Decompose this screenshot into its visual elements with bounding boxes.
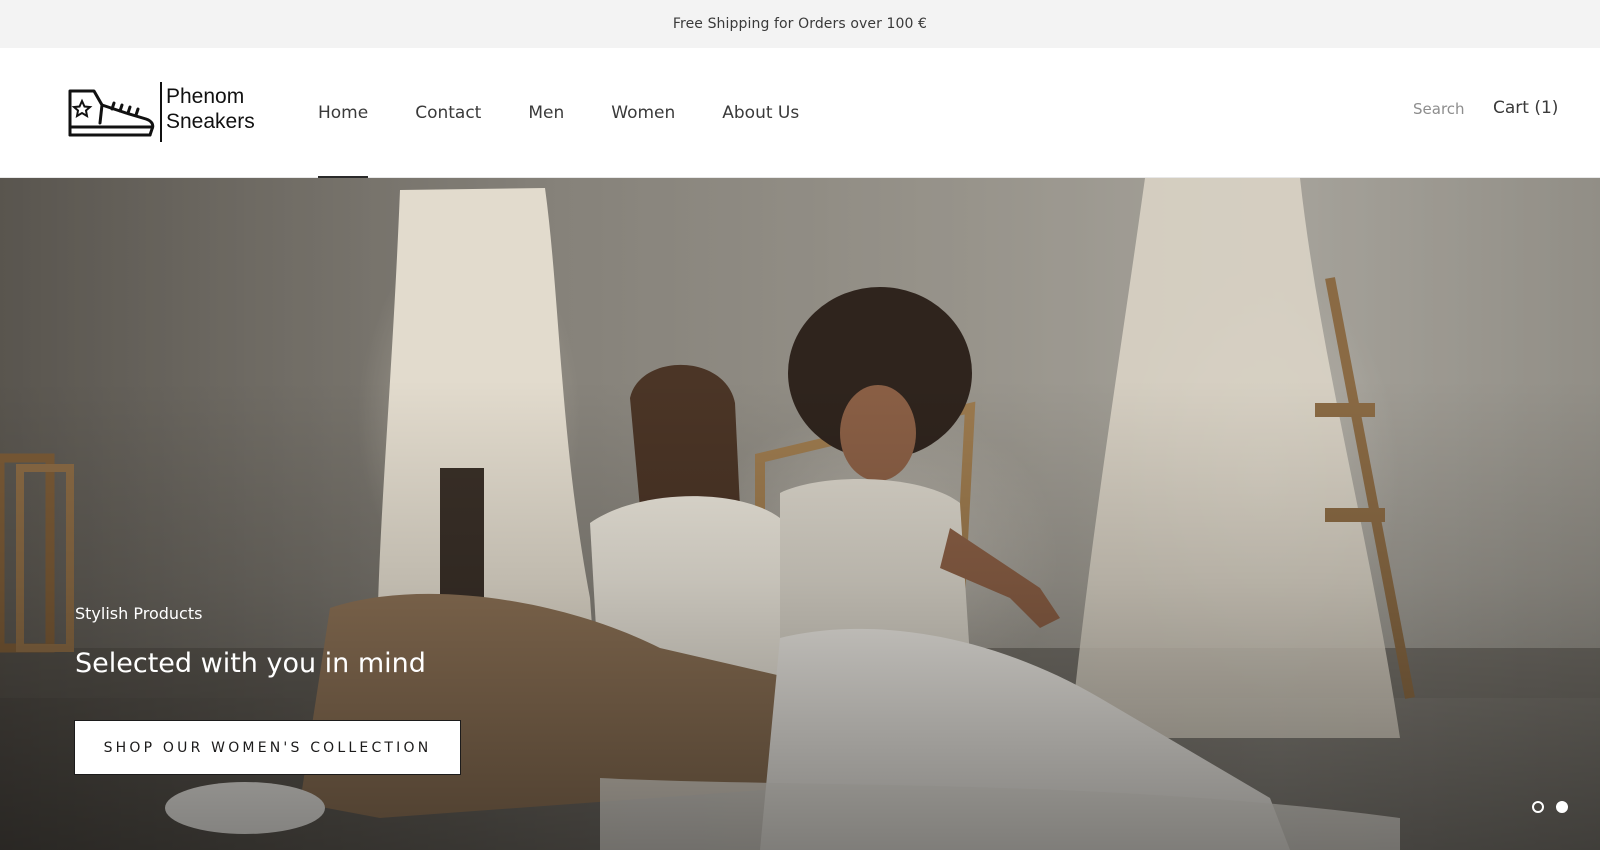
- nav-item-men[interactable]: Men: [528, 48, 564, 178]
- hero-slideshow: Stylish Products Selected with you in mi…: [0, 178, 1600, 850]
- slide-dot-1[interactable]: [1532, 801, 1544, 813]
- search-link[interactable]: Search: [1413, 100, 1465, 118]
- hero-subheading: Stylish Products: [75, 604, 203, 623]
- main-nav: Home Contact Men Women About Us: [318, 48, 846, 178]
- brand-name-line2: Sneakers: [166, 110, 255, 133]
- hero-heading: Selected with you in mind: [75, 648, 426, 679]
- brand-name: Phenom Sneakers: [166, 84, 255, 134]
- shop-womens-collection-button[interactable]: SHOP OUR WOMEN'S COLLECTION: [74, 720, 461, 775]
- site-header: Phenom Sneakers Home Contact Men Women A…: [0, 48, 1600, 178]
- nav-item-contact[interactable]: Contact: [415, 48, 481, 178]
- slide-dot-2[interactable]: [1556, 801, 1568, 813]
- nav-item-home[interactable]: Home: [318, 48, 369, 178]
- nav-item-about-us[interactable]: About Us: [722, 48, 799, 178]
- slideshow-pagination: [1532, 801, 1568, 813]
- brand-name-line1: Phenom: [166, 85, 245, 108]
- sneaker-icon: [68, 89, 155, 137]
- announcement-text: Free Shipping for Orders over 100 €: [672, 16, 928, 32]
- cart-link[interactable]: Cart (1): [1493, 98, 1558, 118]
- brand-logo[interactable]: Phenom Sneakers: [66, 82, 266, 144]
- logo-divider: [160, 82, 162, 142]
- announcement-bar: Free Shipping for Orders over 100 €: [0, 0, 1600, 48]
- nav-item-women[interactable]: Women: [611, 48, 675, 178]
